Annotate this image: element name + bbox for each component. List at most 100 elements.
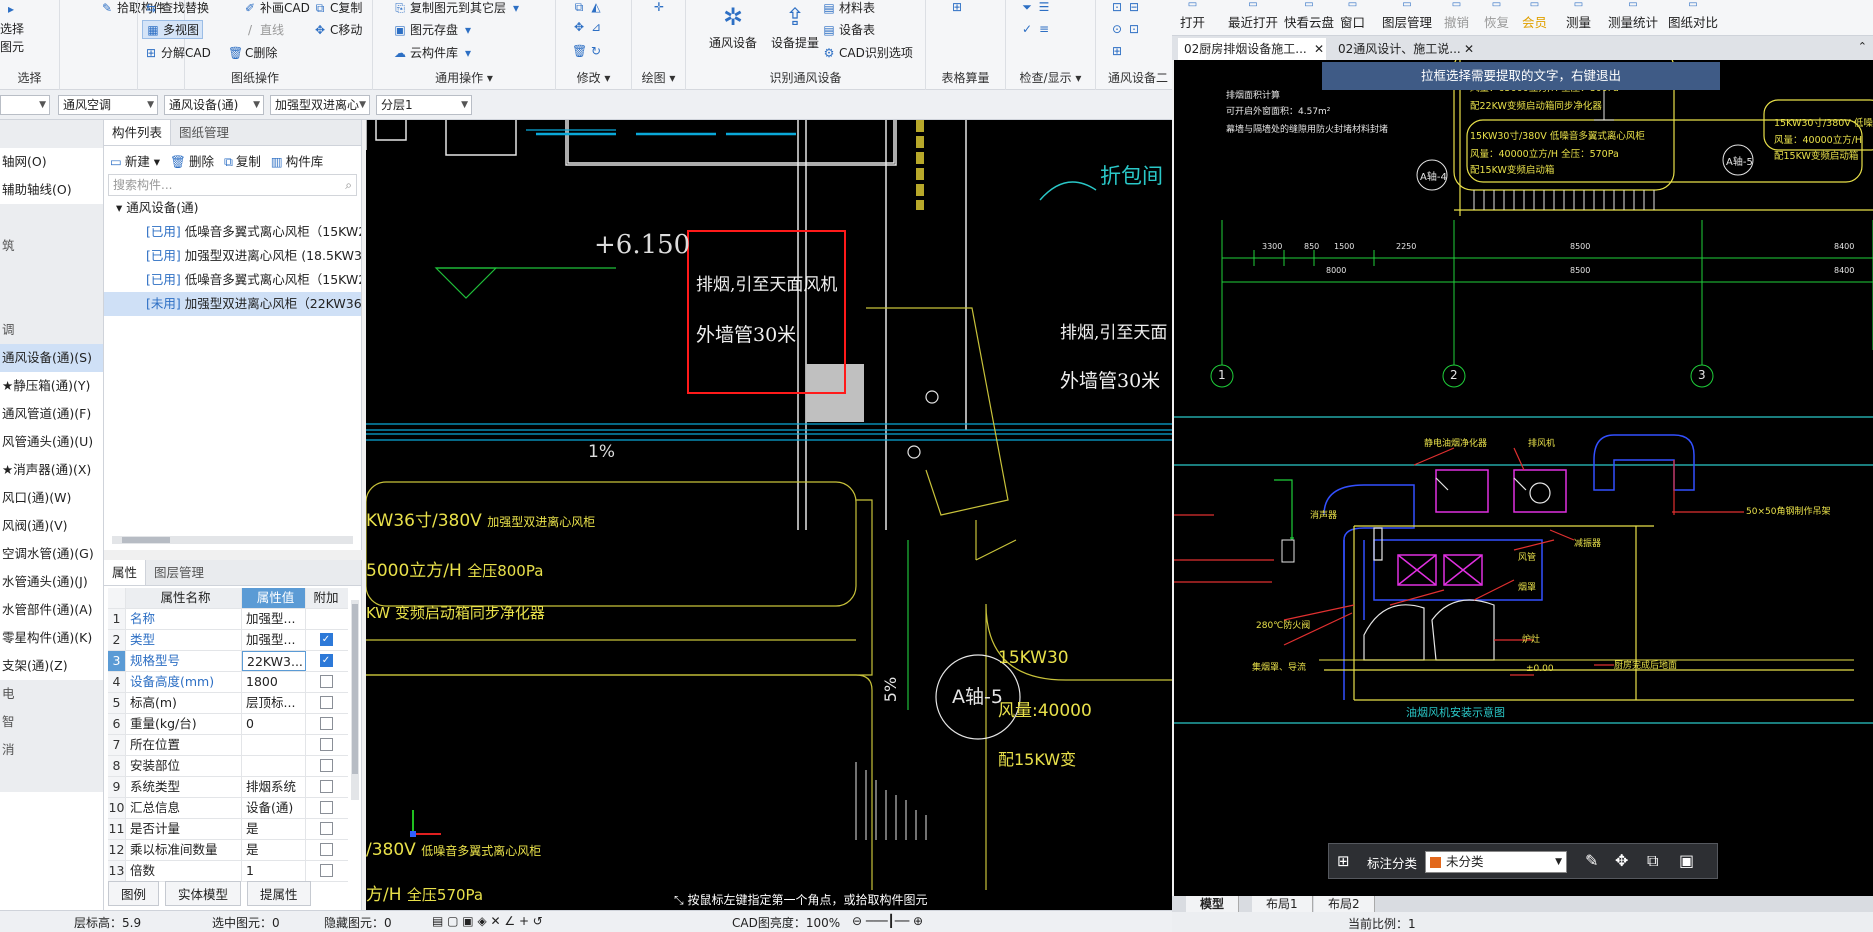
nav-item[interactable]: 风管通头(通)(U)	[0, 428, 103, 456]
right-ribbon-button[interactable]: ▭ 打开	[1180, 0, 1205, 31]
component-item[interactable]: [已用] 加强型双进离心风柜 (18.5KW36	[104, 244, 361, 268]
tab-layer-manage[interactable]: 图层管理	[146, 560, 212, 585]
copy-button[interactable]: ⧉ 复制	[224, 151, 261, 170]
extra-checkbox[interactable]	[319, 717, 333, 730]
nav-item[interactable]: 消	[0, 736, 103, 764]
nav-item[interactable]: 零星构件(通)(K)	[0, 624, 103, 652]
nav-item[interactable]: 电	[0, 680, 103, 708]
component-lib-button[interactable]: ▥ 构件库	[271, 151, 323, 170]
tab-properties[interactable]: 属性	[104, 560, 147, 585]
property-row[interactable]: 8 安装部位	[108, 756, 348, 777]
extra-checkbox[interactable]	[319, 759, 333, 772]
modify-tools[interactable]: ⧉ ◭	[572, 0, 603, 14]
nav-item[interactable]: 筑	[0, 232, 103, 260]
component-search-input[interactable]: 搜索构件... ⌕	[108, 174, 357, 196]
new-button[interactable]: ▭ 新建 ▾	[110, 151, 160, 170]
right-ribbon-button[interactable]: ▭ 会员	[1522, 0, 1547, 31]
vent2-tools[interactable]: ⊡ ⊟	[1110, 0, 1141, 14]
right-ribbon-button[interactable]: ▭ 测量	[1566, 0, 1591, 31]
vertical-scrollbar[interactable]	[351, 600, 359, 800]
discipline-combo[interactable]: 通风空调 ▼	[58, 95, 158, 115]
nav-item[interactable]: 调	[0, 316, 103, 344]
table-calc-button[interactable]: ⊞	[950, 0, 964, 14]
check-tools-2[interactable]: ✓ ≡	[1020, 22, 1051, 36]
c-delete-button[interactable]: 🗑 C删除	[228, 44, 277, 61]
nav-item[interactable]: 支架(通)(Z)	[0, 652, 103, 680]
property-row[interactable]: 3 规格型号 22KW3... ✓	[108, 651, 348, 672]
nav-item[interactable]: 水管部件(通)(A)	[0, 596, 103, 624]
copy-to-layer-button[interactable]: ⎘ 复制图元到其它层 ▾	[393, 0, 523, 16]
layer-combo[interactable]: 分层1 ▼	[376, 95, 472, 115]
vent2-tools-3[interactable]: ⊞	[1110, 44, 1124, 58]
brightness-slider[interactable]: ⊖ ───┃── ⊕	[852, 914, 923, 928]
vent2-tools-2[interactable]: ⊙ ⊡	[1110, 22, 1141, 36]
batch-select[interactable]: 选择	[0, 20, 24, 37]
draw-cad-button[interactable]: ✐ 补画CAD	[243, 0, 310, 16]
move-icon[interactable]: ✥	[1615, 851, 1628, 870]
vent-device-button[interactable]: ✲ 通风设备	[704, 2, 762, 51]
cad-options-button[interactable]: ⚙ CAD识别选项	[822, 44, 913, 61]
extra-checkbox[interactable]	[319, 864, 333, 877]
c-copy-button[interactable]: ⧉ C复制	[313, 0, 363, 16]
nav-item[interactable]: ★静压箱(通)(Y)	[0, 372, 103, 400]
tab-layout-2[interactable]: 布局2	[1314, 896, 1375, 912]
cloud-lib-button[interactable]: ☁ 云构件库 ▾	[393, 44, 475, 61]
device-table-button[interactable]: ▤ 设备表	[822, 21, 875, 38]
solid-model-button[interactable]: 实体模型	[165, 881, 242, 906]
c-move-button[interactable]: ✥ C移动	[313, 21, 362, 38]
right-cad-canvas[interactable]: 排烟面积计算 可开启外窗面积：4.57m² 幕墙与隔墙处的缝隙用防火封堵材料封堵…	[1174, 60, 1873, 896]
tab-component-list[interactable]: 构件列表	[104, 120, 172, 145]
device-extract-button[interactable]: ⇪ 设备提量	[766, 2, 824, 51]
annotation-category-select[interactable]: 未分类 ▼	[1425, 851, 1567, 873]
extra-checkbox[interactable]	[319, 801, 333, 814]
nav-item[interactable]: 通风管道(通)(F)	[0, 400, 103, 428]
tree-root[interactable]: ▾ 通风设备(通)	[104, 196, 361, 220]
select-element[interactable]: 图元	[0, 38, 24, 55]
property-row[interactable]: 13 倍数 1	[108, 861, 348, 882]
tab-model[interactable]: 模型	[1186, 896, 1240, 912]
nav-item[interactable]	[0, 120, 103, 148]
legend-button[interactable]: 图例	[108, 881, 160, 906]
status-tools[interactable]: ▤ ▢ ▣ ◈ ✕ ∠ + ↺	[432, 914, 543, 928]
nav-item[interactable]: 水管通头(通)(J)	[0, 568, 103, 596]
nav-item[interactable]	[0, 260, 103, 288]
right-ribbon-button[interactable]: ▭ 快看云盘	[1284, 0, 1334, 31]
multi-view-button[interactable]: ▦ 多视图	[142, 20, 204, 39]
line-button[interactable]: / 直线	[243, 21, 284, 38]
tab-drawing-manage[interactable]: 图纸管理	[171, 120, 237, 145]
nav-item[interactable]: 轴网(O)	[0, 148, 103, 176]
right-ribbon-button[interactable]: ▭ 测量统计	[1608, 0, 1658, 31]
extra-checkbox[interactable]	[319, 780, 333, 793]
doc-tab-2[interactable]: 02通风设计、施工说... ✕	[1332, 38, 1476, 60]
collapse-icon[interactable]: ⌃	[1858, 40, 1867, 53]
close-icon[interactable]: ✕	[1464, 38, 1474, 60]
nav-item[interactable]	[0, 204, 103, 232]
select-item-1[interactable]: ▸	[4, 2, 18, 16]
material-table-button[interactable]: ▤ 材料表	[822, 0, 875, 16]
check-tools[interactable]: ⏷ ☰	[1020, 0, 1051, 14]
delete-button[interactable]: 🗑 删除	[170, 151, 214, 170]
find-replace-button[interactable]: ⇆ 查找替换	[144, 0, 209, 16]
left-cad-canvas[interactable]: +6.150 排烟,引至天面风机 外墙管30米 排烟,引至天面 外墙管30米 折…	[366, 120, 1172, 910]
nav-item[interactable]: ★消声器(通)(X)	[0, 456, 103, 484]
property-row[interactable]: 12 乘以标准间数量是	[108, 840, 348, 861]
element-save-button[interactable]: ▣ 图元存盘 ▾	[393, 21, 475, 38]
component-item[interactable]: [已用] 低噪音多翼式离心风柜（15KW27	[104, 268, 361, 292]
extra-checkbox[interactable]	[319, 822, 333, 835]
floor-combo[interactable]: ▼	[0, 95, 50, 115]
modify-tools-3[interactable]: 🗑 ↻	[572, 44, 603, 58]
right-ribbon-button[interactable]: ▭ 撤销	[1444, 0, 1469, 31]
right-ribbon-button[interactable]: ▭ 窗口	[1340, 0, 1365, 31]
extra-checkbox[interactable]	[319, 738, 333, 751]
nav-item[interactable]	[0, 764, 103, 792]
property-row[interactable]: 7 所在位置	[108, 735, 348, 756]
nav-item[interactable]: 辅助轴线(O)	[0, 176, 103, 204]
close-icon[interactable]: ✕	[1314, 38, 1324, 60]
horizontal-scrollbar[interactable]	[112, 536, 353, 544]
nav-item[interactable]: 空调水管(通)(G)	[0, 540, 103, 568]
property-row[interactable]: 6 重量(kg/台) 0	[108, 714, 348, 735]
grid-icon[interactable]: ⊞	[1337, 852, 1350, 870]
nav-item[interactable]: 风阀(通)(V)	[0, 512, 103, 540]
component-item[interactable]: [已用] 低噪音多翼式离心风柜（15KW27	[104, 220, 361, 244]
property-row[interactable]: 1 名称 加强型...	[108, 609, 348, 630]
